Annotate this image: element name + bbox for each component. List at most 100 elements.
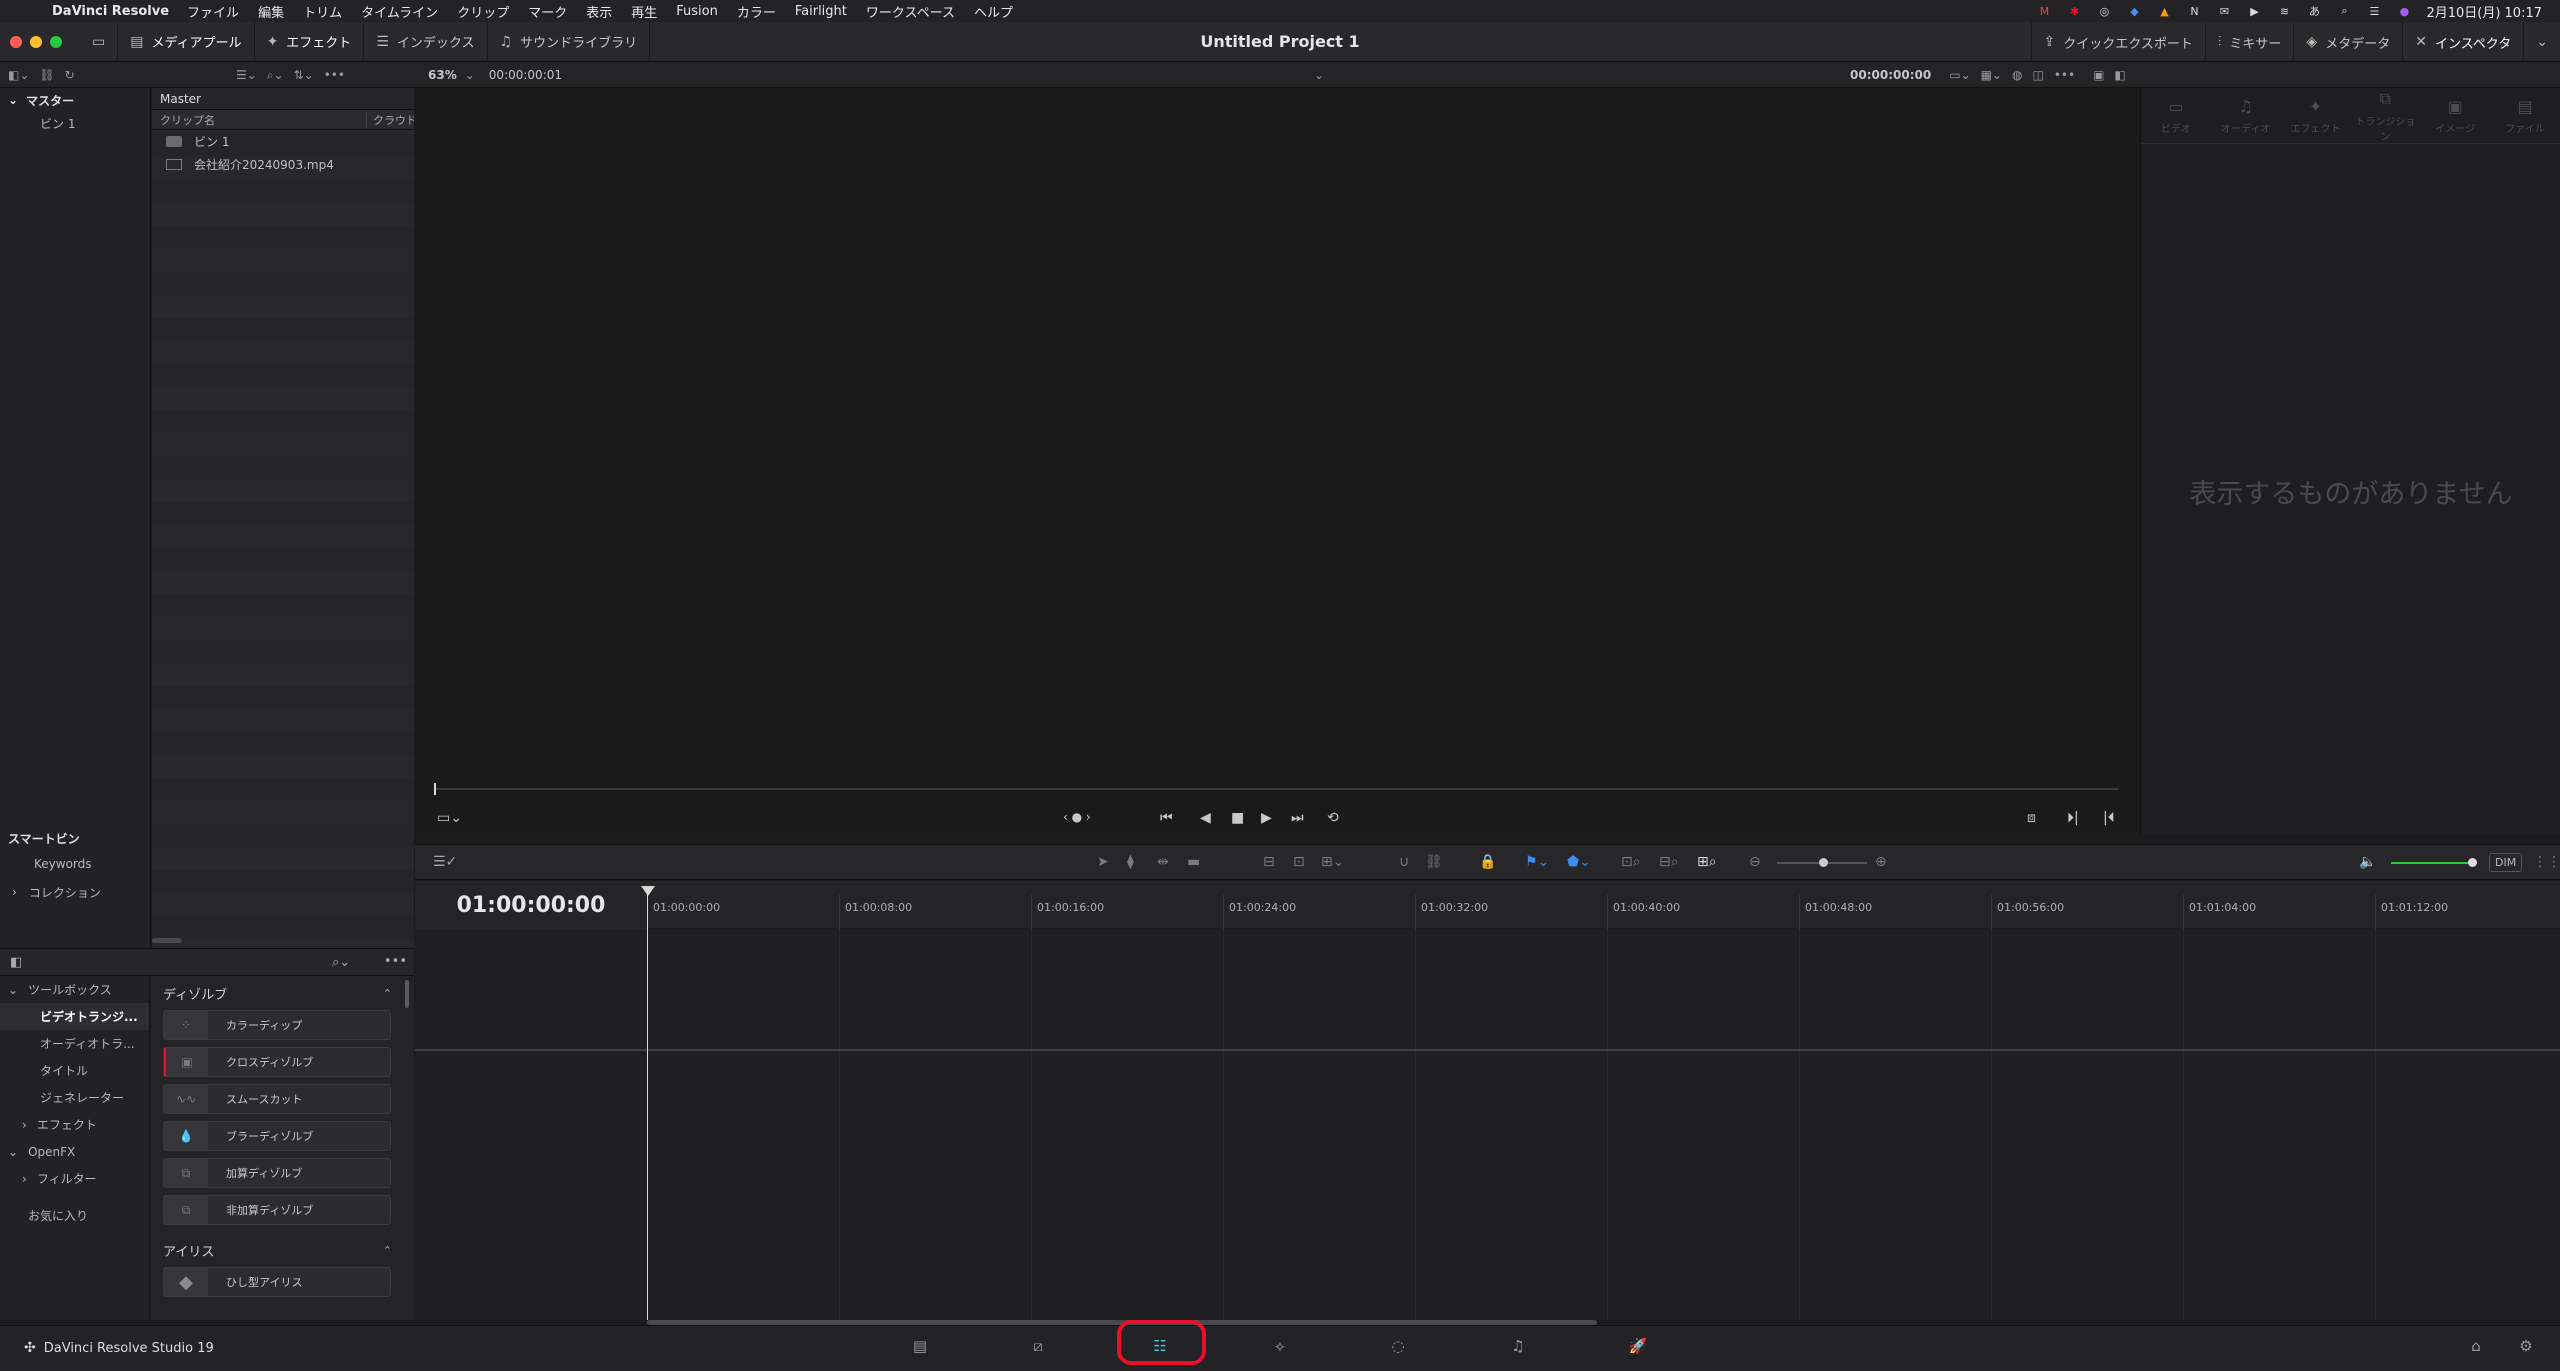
metadata-button[interactable]: ◈ メタデータ	[2293, 22, 2402, 62]
group-iris[interactable]: アイリス ⌃	[151, 1233, 414, 1267]
snapping-icon[interactable]: ∪	[1399, 854, 1409, 870]
insert-clip-icon[interactable]: ⊟	[1263, 854, 1275, 870]
settings-gear-icon[interactable]: ⚙	[2506, 1337, 2546, 1361]
page-deliver-button[interactable]: 🚀	[1618, 1337, 1658, 1361]
quick-export-button[interactable]: ⇪ クイックエクスポート	[2030, 22, 2205, 62]
zoom-slider-handle[interactable]	[1819, 858, 1828, 867]
zoom-full-icon[interactable]: ⊡⌕	[1621, 854, 1641, 870]
column-cloud-sync[interactable]: クラウド同期	[366, 111, 414, 128]
column-clip-name[interactable]: クリップ名	[160, 112, 215, 128]
tree-filters[interactable]: › フィルター	[0, 1165, 149, 1192]
record-timecode[interactable]: 00:00:00:00	[1850, 68, 1931, 82]
smart-bin-keywords[interactable]: Keywords	[0, 850, 151, 878]
timeline-ruler[interactable]: 01:00:00:00 01:00:08:00 01:00:16:00 01:0…	[647, 881, 2560, 929]
menu-help[interactable]: ヘルプ	[974, 2, 1013, 21]
tab-audio[interactable]: ♫ オーディオ	[2214, 97, 2278, 135]
minimize-window-button[interactable]	[30, 35, 42, 48]
list-item[interactable]: 会社紹介20240903.mp4	[152, 153, 414, 176]
speaker-icon[interactable]: 🔈	[2359, 854, 2376, 870]
effect-item[interactable]: ⧉ 加算ディゾルブ	[163, 1158, 391, 1188]
tree-titles[interactable]: タイトル	[0, 1057, 149, 1084]
layout-toggle-button[interactable]: ▭	[80, 21, 119, 62]
overlay-icon[interactable]: ▦⌄	[1981, 68, 2002, 82]
play-icon[interactable]: ▶	[2246, 4, 2262, 18]
tree-effects[interactable]: › エフェクト	[0, 1111, 149, 1138]
blade-tool-icon[interactable]: ▬	[1187, 854, 1200, 870]
tree-generators[interactable]: ジェネレーター	[0, 1084, 149, 1111]
gmail-icon[interactable]: M	[2036, 4, 2052, 18]
spotlight-icon[interactable]: ⌕	[2336, 4, 2352, 18]
match-frame-icon[interactable]: ⧈	[2027, 810, 2036, 826]
menubar-clock[interactable]: 2月10日(月) 10:17	[2426, 2, 2542, 21]
tree-audio-transitions[interactable]: オーディオトラ...	[0, 1030, 149, 1057]
master-bin[interactable]: ⌄ マスター	[0, 88, 150, 112]
close-window-button[interactable]	[10, 35, 22, 48]
panel-toggle-icon[interactable]: ◧⌄	[8, 68, 29, 82]
effect-item[interactable]: ◆ ひし型アイリス	[163, 1267, 391, 1297]
menu-playback[interactable]: 再生	[631, 2, 657, 21]
menu-fusion[interactable]: Fusion	[676, 4, 718, 19]
viewer-mode-icon[interactable]: ▭⌄	[1949, 68, 1970, 82]
tree-openfx[interactable]: ⌄ OpenFX	[0, 1138, 149, 1165]
selection-tool-icon[interactable]: ➤	[1097, 854, 1109, 870]
tree-video-transitions[interactable]: ビデオトランジ...	[0, 1003, 149, 1030]
marker-icon[interactable]: ⬟⌄	[1567, 854, 1591, 870]
sound-library-button[interactable]: ♫ サウンドライブラリ	[488, 21, 651, 62]
menu-app-name[interactable]: DaVinci Resolve	[52, 4, 169, 19]
play-icon[interactable]: ▶	[1261, 810, 1272, 826]
flag-icon[interactable]: ⚑⌄	[1525, 854, 1549, 870]
effect-item[interactable]: ⁘ カラーディップ	[163, 1010, 391, 1040]
tab-effects[interactable]: ✦ エフェクト	[2284, 97, 2348, 135]
play-reverse-icon[interactable]: ◀	[1200, 810, 1211, 826]
effects-button[interactable]: ✦ エフェクト	[255, 21, 365, 62]
effect-item[interactable]: ∿∿ スムースカット	[163, 1084, 391, 1114]
menu-trim[interactable]: トリム	[303, 2, 342, 21]
group-dissolve[interactable]: ディゾルブ ⌃	[151, 976, 414, 1010]
timeline-options-icon[interactable]: ☰✓	[433, 854, 457, 870]
smart-bin-collections[interactable]: › コレクション	[0, 878, 151, 906]
dropbox-icon[interactable]: ◆	[2126, 4, 2142, 18]
search-icon[interactable]: ⌕⌄	[267, 68, 284, 83]
linked-selection-icon[interactable]: ⛓	[1425, 854, 1443, 870]
menu-color[interactable]: カラー	[737, 2, 776, 21]
notion-icon[interactable]: N	[2186, 4, 2202, 18]
jog-control-icon[interactable]: ‹ ● ›	[1063, 810, 1091, 824]
tab-video[interactable]: ▭ ビデオ	[2144, 97, 2208, 135]
timeline-tracks[interactable]	[415, 929, 2560, 1320]
next-clip-icon[interactable]: ⏵|	[2067, 810, 2079, 826]
effect-item[interactable]: ⧉ 非加算ディゾルブ	[163, 1195, 391, 1225]
page-cut-button[interactable]: ⧄	[1018, 1337, 1058, 1361]
viewer-zoom[interactable]: 63%	[428, 68, 457, 82]
viewer-more-icon[interactable]: •••	[2054, 68, 2075, 82]
tree-toolbox[interactable]: ⌄ ツールボックス	[0, 976, 149, 1003]
dim-button[interactable]: DIM	[2489, 853, 2523, 872]
media-pool-button[interactable]: ▤ メディアプール	[118, 21, 255, 62]
prev-clip-icon[interactable]: |⏴	[2103, 810, 2115, 826]
menu-workspace[interactable]: ワークスペース	[866, 2, 955, 21]
list-item[interactable]: ビン 1	[152, 130, 414, 153]
effects-search-icon[interactable]: ⌕⌄	[332, 955, 350, 970]
tab-image[interactable]: ▣ イメージ	[2423, 97, 2487, 135]
effect-item[interactable]: 💧 ブラーディゾルブ	[163, 1121, 391, 1151]
menu-file[interactable]: ファイル	[187, 2, 239, 21]
bin-item[interactable]: ビン 1	[0, 112, 150, 134]
vlc-icon[interactable]: ▲	[2156, 4, 2172, 18]
header-expand-button[interactable]: ⌄	[2523, 22, 2560, 62]
playhead-line[interactable]	[647, 890, 648, 1320]
page-media-button[interactable]: ▤	[900, 1337, 940, 1361]
page-fairlight-button[interactable]: ♫	[1498, 1337, 1538, 1361]
index-button[interactable]: ☰ インデックス	[364, 21, 488, 62]
inspector-split-icon[interactable]: ◧	[2114, 68, 2125, 82]
page-fusion-button[interactable]: ⟡	[1260, 1337, 1300, 1361]
timeline-resize-icon[interactable]: ⋮⋮	[2533, 854, 2560, 870]
mixer-button[interactable]: ⫶ ミキサー	[2204, 22, 2294, 62]
control-center-icon[interactable]: ☰	[2366, 4, 2382, 18]
messenger-icon[interactable]: ✉	[2216, 4, 2232, 18]
sort-icon[interactable]: ⇅⌄	[294, 68, 314, 82]
effects-panel-toggle-icon[interactable]: ◧	[10, 955, 22, 970]
volume-slider[interactable]	[2391, 862, 2473, 864]
menu-fairlight[interactable]: Fairlight	[795, 4, 847, 19]
tree-favorites[interactable]: お気に入り	[0, 1202, 149, 1229]
viewer-canvas[interactable]	[415, 88, 2139, 834]
menu-view[interactable]: 表示	[586, 2, 612, 21]
